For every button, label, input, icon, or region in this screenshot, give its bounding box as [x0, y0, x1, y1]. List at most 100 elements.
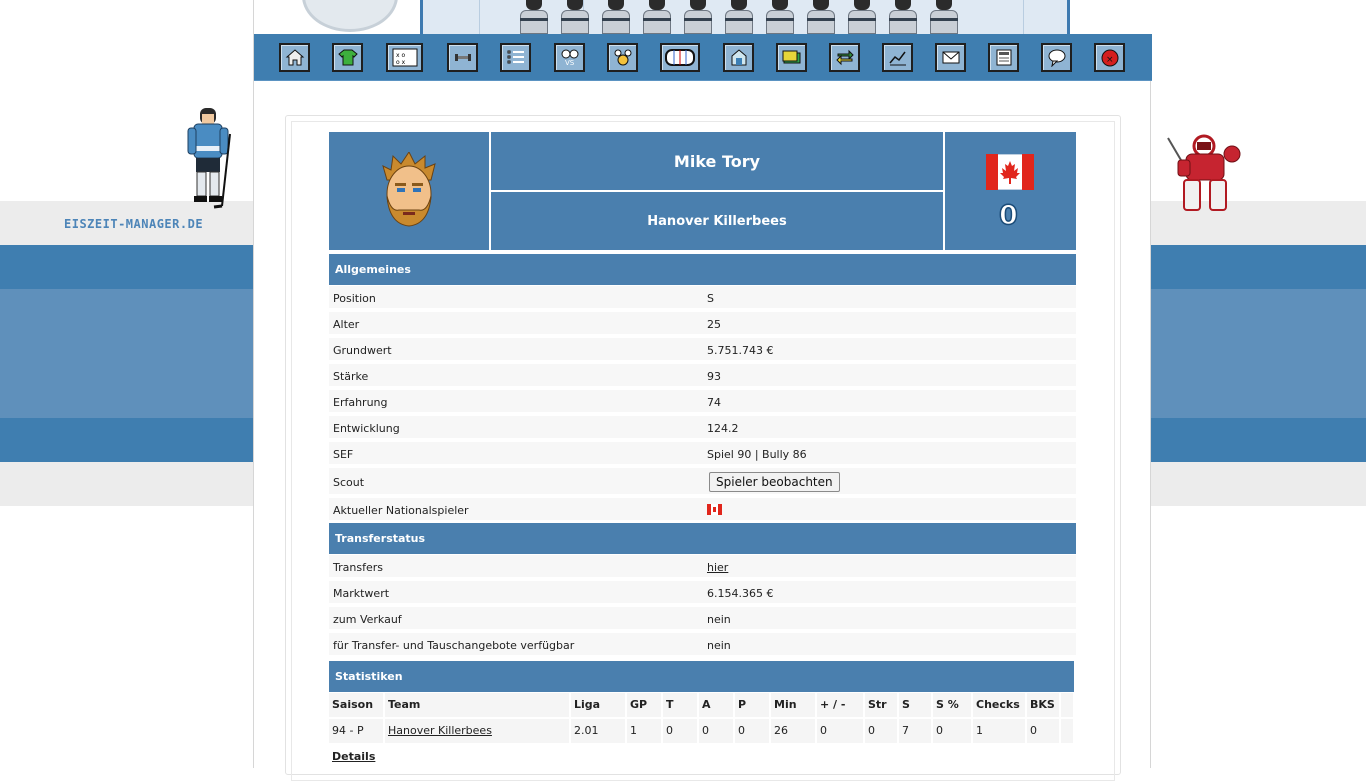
- info-label: für Transfer- und Tauschangebote verfügb…: [333, 639, 575, 652]
- nav-messages-button[interactable]: [935, 43, 966, 72]
- dumbbell-icon: [454, 54, 471, 61]
- info-value: 124.2: [707, 422, 739, 435]
- nav-tactics-button[interactable]: x oo x: [386, 43, 423, 72]
- stats-column-header: Str: [865, 693, 897, 717]
- stats-data-row: 94 - P Hanover Killerbees 2.01 1 0 0 0 2…: [329, 719, 1076, 743]
- section-header-general: Allgemeines: [329, 254, 1076, 285]
- stats-cell-empty: [1061, 719, 1073, 743]
- info-value: nein: [707, 639, 731, 652]
- stats-cell: 0: [933, 719, 971, 743]
- logout-icon: ×: [1101, 49, 1118, 67]
- info-row: Position S: [329, 286, 1076, 310]
- goalie-mascot-icon: [1167, 134, 1241, 211]
- header-banner: [254, 0, 1152, 34]
- nav-news-button[interactable]: [988, 43, 1019, 72]
- info-label: Erfahrung: [333, 396, 388, 409]
- site-logo[interactable]: EISZEIT-MANAGER.DE: [64, 217, 203, 231]
- nav-lineup-button[interactable]: [500, 43, 531, 72]
- info-value: 74: [707, 396, 721, 409]
- stats-column-header: S %: [933, 693, 971, 717]
- info-value: 6.154.365 €: [707, 587, 774, 600]
- nav-matches-button[interactable]: VS: [554, 43, 585, 72]
- player-team[interactable]: Hanover Killerbees: [491, 192, 943, 250]
- info-label: Stärke: [333, 370, 369, 383]
- scout-row: Scout Spieler beobachten: [329, 468, 1076, 496]
- stats-cell: 0: [817, 719, 863, 743]
- nav-home-button[interactable]: [279, 43, 310, 72]
- info-value: 93: [707, 370, 721, 383]
- svg-text:VS: VS: [565, 59, 575, 67]
- stats-header-row: Saison Team Liga GP T A P Min + / - Str …: [329, 693, 1076, 717]
- svg-text:o x: o x: [396, 59, 406, 66]
- stats-cell: 1: [973, 719, 1025, 743]
- stats-column-header: Team: [385, 693, 569, 717]
- canada-flag-icon: [986, 154, 1034, 190]
- player-avatar: [329, 132, 489, 250]
- stats-column-header: S: [899, 693, 931, 717]
- info-value: S: [707, 292, 714, 305]
- info-label: zum Verkauf: [333, 613, 402, 626]
- nav-training-button[interactable]: [447, 43, 478, 72]
- info-value: nein: [707, 613, 731, 626]
- puck-emblem-icon: [302, 0, 398, 32]
- info-label: Scout: [333, 476, 365, 489]
- transfer-arrows-icon: [835, 49, 854, 66]
- stats-cell: 1: [627, 719, 661, 743]
- stats-details-link[interactable]: Details: [332, 750, 375, 763]
- home-icon: [285, 49, 304, 66]
- stats-cell-team: Hanover Killerbees: [385, 719, 569, 743]
- info-row: Transfers hier: [329, 555, 1076, 579]
- stats-column-header: Min: [771, 693, 815, 717]
- watch-player-button[interactable]: Spieler beobachten: [709, 472, 840, 492]
- transfers-link[interactable]: hier: [707, 561, 728, 574]
- stats-cell: 7: [899, 719, 931, 743]
- info-value: 5.751.743 €: [707, 344, 774, 357]
- stats-column-header: BKS: [1027, 693, 1059, 717]
- nav-finances-button[interactable]: [776, 43, 807, 72]
- main-navigation: x oo x VS ×: [254, 34, 1152, 81]
- stats-cell: 26: [771, 719, 815, 743]
- nav-statistics-button[interactable]: [882, 43, 913, 72]
- info-row: Aktueller Nationalspieler: [329, 498, 1076, 522]
- nav-logout-button[interactable]: ×: [1094, 43, 1125, 72]
- arena-icon: [731, 49, 746, 66]
- stats-cell: 0: [699, 719, 733, 743]
- jersey-icon: [337, 49, 358, 66]
- statistics-chart-icon: [888, 51, 906, 66]
- chat-bubble-icon: [1048, 49, 1065, 67]
- money-icon: [782, 50, 800, 64]
- player-name: Mike Tory: [491, 132, 943, 190]
- nav-arena-button[interactable]: [723, 43, 754, 72]
- info-value: 25: [707, 318, 721, 331]
- info-row: zum Verkauf nein: [329, 607, 1076, 631]
- info-row: Stärke 93: [329, 364, 1076, 388]
- team-players-banner: [516, 0, 962, 34]
- section-header-statistics: Statistiken: [329, 661, 1074, 692]
- stats-cell: 0: [735, 719, 769, 743]
- news-icon: [996, 49, 1011, 66]
- list-icon: [507, 50, 524, 64]
- info-value: Spiel 90 | Bully 86: [707, 448, 807, 461]
- stats-cell: 0: [865, 719, 897, 743]
- info-row: Alter 25: [329, 312, 1076, 336]
- ice-rink-icon: [665, 49, 695, 66]
- stats-team-link[interactable]: Hanover Killerbees: [388, 724, 492, 737]
- stats-column-header: P: [735, 693, 769, 717]
- stats-cell: 94 - P: [329, 719, 383, 743]
- info-row: Erfahrung 74: [329, 390, 1076, 414]
- nav-team-button[interactable]: [332, 43, 363, 72]
- canada-flag-icon: [707, 504, 722, 515]
- info-label: Grundwert: [333, 344, 392, 357]
- player-face-avatar-icon: [382, 152, 436, 227]
- nav-rink-button[interactable]: [660, 43, 700, 72]
- stats-cell: 0: [663, 719, 697, 743]
- stats-column-header: Saison: [329, 693, 383, 717]
- hockey-player-mascot-icon: [187, 108, 231, 209]
- nav-league-button[interactable]: [607, 43, 638, 72]
- info-row: Grundwert 5.751.743 €: [329, 338, 1076, 362]
- nav-transfers-button[interactable]: [829, 43, 860, 72]
- nav-forum-button[interactable]: [1041, 43, 1072, 72]
- info-label: SEF: [333, 448, 354, 461]
- stats-column-header: + / -: [817, 693, 863, 717]
- versus-icon: VS: [561, 49, 578, 67]
